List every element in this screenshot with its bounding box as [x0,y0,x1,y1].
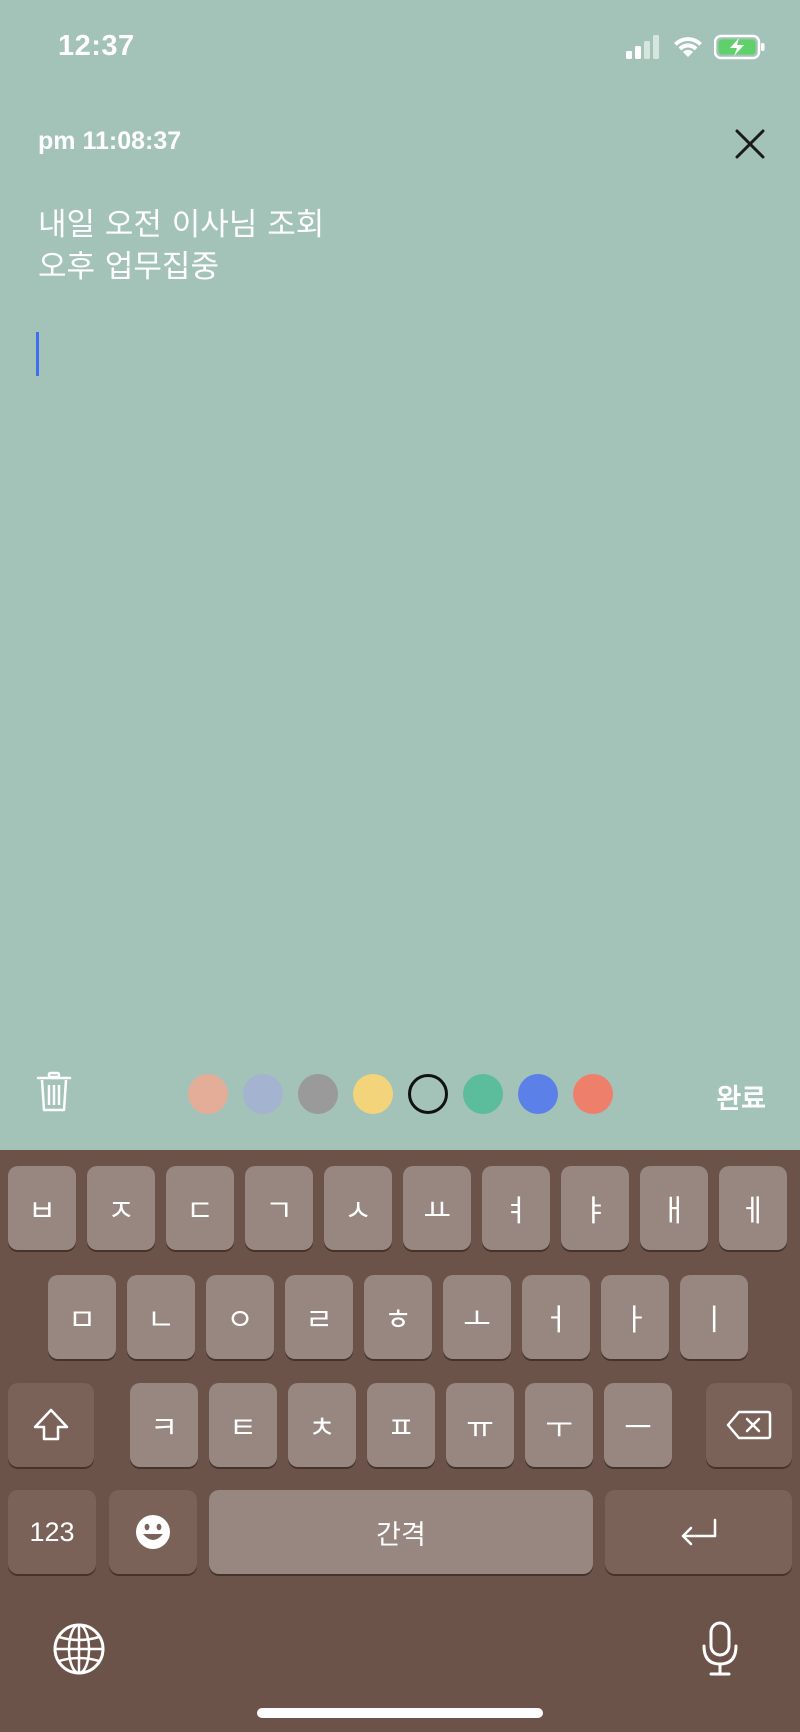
wifi-icon [674,37,702,57]
key-3[interactable]: ㅇ [206,1275,274,1359]
globe-icon [53,1623,105,1675]
color-swatch-8[interactable] [573,1074,613,1114]
memo-text-area[interactable]: 내일 오전 이사님 조회 오후 업무집중 [38,204,738,288]
key-8[interactable]: ㅑ [561,1166,629,1250]
key-4[interactable]: ㄱ [245,1166,313,1250]
color-swatch-3[interactable] [298,1074,338,1114]
dictation-button[interactable] [700,1620,740,1682]
key-1[interactable]: ㅂ [8,1166,76,1250]
space-key[interactable]: 간격 [209,1490,593,1574]
key-2[interactable]: ㅌ [209,1383,277,1467]
key-1[interactable]: ㅋ [130,1383,198,1467]
key-8[interactable]: ㅏ [601,1275,669,1359]
color-swatch-2[interactable] [243,1074,283,1114]
key-5[interactable]: ㅅ [324,1166,392,1250]
delete-button[interactable] [36,1070,72,1114]
key-6[interactable]: ㅜ [525,1383,593,1467]
home-indicator [257,1708,543,1718]
key-3[interactable]: ㅊ [288,1383,356,1467]
numbers-key[interactable]: 123 [8,1490,96,1574]
close-button[interactable] [728,122,772,166]
signal-icon [626,35,659,59]
key-4[interactable]: ㅍ [367,1383,435,1467]
emoji-key[interactable] [109,1490,197,1574]
key-9[interactable]: ㅐ [640,1166,708,1250]
trash-icon [36,1071,72,1112]
status-icons [626,32,766,62]
shift-icon [33,1408,69,1441]
key-6[interactable]: ㅛ [403,1166,471,1250]
color-swatch-7[interactable] [518,1074,558,1114]
key-2[interactable]: ㄴ [127,1275,195,1359]
color-swatch-4[interactable] [353,1074,393,1114]
key-9[interactable]: ㅣ [680,1275,748,1359]
battery-icon [714,34,765,60]
color-swatch-6[interactable] [463,1074,503,1114]
return-icon [681,1518,716,1546]
memo-toolbar: 완료 [0,1064,800,1124]
key-6[interactable]: ㅗ [443,1275,511,1359]
globe-button[interactable] [52,1622,106,1680]
return-key[interactable] [605,1490,792,1574]
memo-line: 오후 업무집중 [38,249,219,285]
key-1[interactable]: ㅁ [48,1275,116,1359]
memo-timestamp: pm 11:08:37 [38,127,182,155]
color-swatch-5[interactable] [408,1074,448,1114]
key-5[interactable]: ㅠ [446,1383,514,1467]
key-7[interactable]: ㅓ [522,1275,590,1359]
key-4[interactable]: ㄹ [285,1275,353,1359]
key-7[interactable]: ㅡ [604,1383,672,1467]
key-2[interactable]: ㅈ [87,1166,155,1250]
microphone-icon [702,1621,738,1676]
text-cursor [36,332,39,376]
key-10[interactable]: ㅔ [719,1166,787,1250]
keyboard: ㅂㅈㄷㄱㅅㅛㅕㅑㅐㅔ ㅁㄴㅇㄹㅎㅗㅓㅏㅣ ㅋㅌㅊㅍㅠㅜㅡ 123 간격 [0,1150,800,1732]
memo-line: 내일 오전 이사님 조회 [38,207,325,243]
backspace-icon [726,1410,772,1440]
key-5[interactable]: ㅎ [364,1275,432,1359]
shift-key[interactable] [8,1383,94,1467]
status-bar: 12:37 [0,0,800,100]
key-7[interactable]: ㅕ [482,1166,550,1250]
backspace-key[interactable] [706,1383,792,1467]
status-time: 12:37 [58,30,135,62]
done-button[interactable]: 완료 [716,1077,766,1116]
color-swatch-1[interactable] [188,1074,228,1114]
key-3[interactable]: ㄷ [166,1166,234,1250]
close-icon [735,129,765,159]
emoji-icon [136,1515,170,1549]
